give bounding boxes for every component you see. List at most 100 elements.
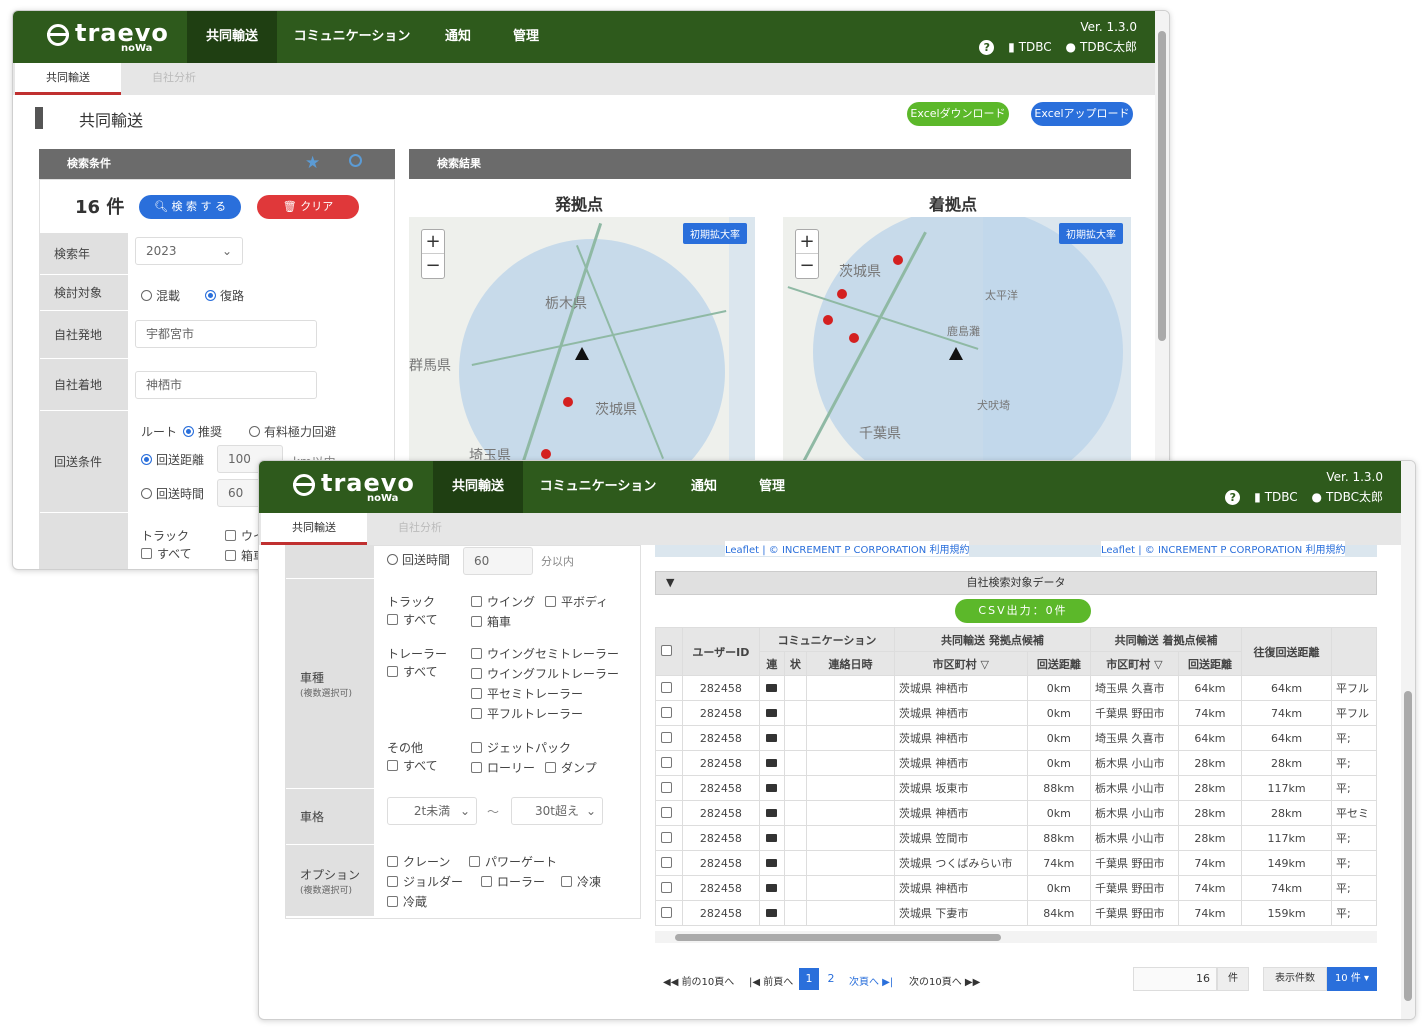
row-checkbox-cell[interactable] (655, 875, 683, 901)
mail-icon[interactable] (766, 708, 778, 717)
search-icon[interactable] (349, 154, 362, 167)
checkbox-icon[interactable] (660, 731, 672, 743)
size-from-select[interactable]: 2t未満 ⌄ (387, 797, 477, 825)
time-radio[interactable]: 回送時間 (387, 551, 450, 568)
candidate-marker[interactable] (541, 449, 551, 459)
candidate-marker[interactable] (849, 333, 859, 343)
mail-icon[interactable] (766, 683, 778, 692)
table-row[interactable]: 282458 茨城県 神栖市 0km 千葉県 野田市 74km 74km 平フル (655, 700, 1378, 726)
contact-cell[interactable] (759, 875, 785, 901)
option-roller[interactable]: ローラー (481, 873, 545, 890)
table-row[interactable]: 282458 茨城県 下妻市 84km 千葉県 野田市 74km 159km 平; (655, 900, 1378, 926)
tab-joint-transport[interactable]: 共同輸送 (15, 63, 121, 95)
nav-communication[interactable]: コミュニケーション (533, 461, 663, 513)
trailer-opt-4[interactable]: 平フルトレーラー (471, 705, 583, 722)
table-row[interactable]: 282458 茨城県 神栖市 0km 栃木県 小山市 28km 28km 平セミ (655, 800, 1378, 826)
table-row[interactable]: 282458 茨城県 つくばみらい市 74km 千葉県 野田市 74km 149km 平; (655, 850, 1378, 876)
size-to-select[interactable]: 30t超え ⌄ (511, 797, 603, 825)
checkbox-icon[interactable] (660, 906, 672, 918)
reset-zoom-button[interactable]: 初期拡大率 (683, 223, 747, 244)
row-checkbox-cell[interactable] (655, 775, 683, 801)
zoom-out-button[interactable]: − (796, 254, 818, 278)
tab-joint-transport[interactable]: 共同輸送 (261, 513, 367, 545)
base-marker[interactable] (949, 347, 963, 360)
dest-map[interactable]: 茨城県 太平洋 鹿島灘 犬吠埼 千葉県 + − 初期拡大率 (783, 217, 1131, 477)
row-checkbox-cell[interactable] (655, 675, 683, 701)
next10-button[interactable]: 次の10頁へ ▶▶ (909, 973, 980, 988)
table-row[interactable]: 282458 茨城県 坂東市 88km 栃木県 小山市 28km 117km 平; (655, 775, 1378, 801)
contact-cell[interactable] (759, 850, 785, 876)
table-row[interactable]: 282458 茨城県 神栖市 0km 埼玉県 久喜市 64km 64km 平フル (655, 675, 1378, 701)
time-input[interactable]: 60 (463, 547, 533, 575)
table-row[interactable]: 282458 茨城県 神栖市 0km 栃木県 小山市 28km 28km 平; (655, 750, 1378, 776)
nav-joint-transport[interactable]: 共同輸送 (433, 461, 523, 513)
option-refrigerated[interactable]: 冷蔵 (387, 893, 427, 910)
option-crane[interactable]: クレーン (387, 853, 450, 870)
year-select[interactable]: 2023 ⌄ (135, 237, 243, 265)
checkbox-icon[interactable] (660, 831, 672, 843)
time-radio[interactable]: 回送時間 (141, 485, 204, 502)
trailer-opt-1[interactable]: ウイングセミトレーラー (471, 645, 619, 662)
option-power-gate[interactable]: パワーゲート (469, 853, 557, 870)
candidate-marker[interactable] (823, 315, 833, 325)
user-name[interactable]: TDBC太郎 (1326, 490, 1383, 504)
next-button[interactable]: 次頁へ ▶| (849, 973, 893, 988)
contact-cell[interactable] (759, 775, 785, 801)
prev10-button[interactable]: ◀◀ 前の10頁へ (663, 973, 734, 988)
csv-export-button[interactable]: CSV出力：0件 (955, 599, 1091, 623)
origin-input[interactable]: 宇都宮市 (135, 320, 317, 348)
option-jolder[interactable]: ジョルダー (387, 873, 463, 890)
dest-input[interactable]: 神栖市 (135, 371, 317, 399)
col-origin-distance[interactable]: 回送距離 (1026, 651, 1091, 676)
tab-own-analysis[interactable]: 自社分析 (367, 513, 473, 545)
own-data-bar[interactable]: ▼ 自社検索対象データ (655, 571, 1377, 595)
checkbox-icon[interactable] (660, 781, 672, 793)
nav-admin[interactable]: 管理 (501, 11, 551, 63)
mail-icon[interactable] (766, 833, 778, 842)
row-checkbox-cell[interactable] (655, 725, 683, 751)
clear-button[interactable]: 🗑︎ クリア (257, 195, 359, 219)
per-page-select[interactable]: 10 件 ▾ (1327, 967, 1377, 991)
truck-all-checkbox[interactable]: すべて (387, 611, 438, 628)
mail-icon[interactable] (766, 883, 778, 892)
select-all-cell[interactable] (655, 627, 683, 676)
nav-notification[interactable]: 通知 (679, 461, 729, 513)
mail-icon[interactable] (766, 758, 778, 767)
nav-notification[interactable]: 通知 (433, 11, 483, 63)
candidate-marker[interactable] (893, 255, 903, 265)
checkbox-icon[interactable] (660, 756, 672, 768)
target-option-mixed[interactable]: 混載 (141, 287, 180, 304)
prev-button[interactable]: |◀ 前頁へ (749, 973, 793, 988)
mail-icon[interactable] (766, 783, 778, 792)
checkbox-icon[interactable] (660, 806, 672, 818)
row-checkbox-cell[interactable] (655, 800, 683, 826)
org-name[interactable]: TDBC (1019, 40, 1052, 54)
mail-icon[interactable] (766, 808, 778, 817)
row-checkbox-cell[interactable] (655, 900, 683, 926)
base-marker[interactable] (575, 347, 589, 360)
reset-zoom-button[interactable]: 初期拡大率 (1059, 223, 1123, 244)
excel-upload-button[interactable]: Excelアップロード (1031, 102, 1133, 126)
table-row[interactable]: 282458 茨城県 笠間市 88km 栃木県 小山市 28km 117km 平; (655, 825, 1378, 851)
option-freezer[interactable]: 冷凍 (561, 873, 601, 890)
org-name[interactable]: TDBC (1265, 490, 1298, 504)
row-checkbox-cell[interactable] (655, 750, 683, 776)
contact-cell[interactable] (759, 750, 785, 776)
distance-radio[interactable]: 回送距離 (141, 451, 204, 468)
checkbox-icon[interactable] (660, 856, 672, 868)
zoom-in-button[interactable]: + (796, 230, 818, 254)
checkbox-icon[interactable] (660, 681, 672, 693)
candidate-marker[interactable] (563, 397, 573, 407)
mail-icon[interactable] (766, 908, 778, 917)
truck-box-checkbox[interactable]: 箱車 (471, 613, 511, 630)
truck-flat-checkbox[interactable]: 平ボディ (545, 593, 608, 610)
origin-map[interactable]: 栃木県 群馬県 茨城県 埼玉県 + − 初期拡大率 (409, 217, 755, 477)
col-dest-city[interactable]: 市区町村 ▽ (1089, 651, 1179, 676)
horizontal-scrollbar-thumb[interactable] (675, 934, 1001, 941)
row-checkbox-cell[interactable] (655, 700, 683, 726)
other-all-checkbox[interactable]: すべて (387, 757, 438, 774)
contact-cell[interactable] (759, 900, 785, 926)
scrollbar[interactable] (1401, 461, 1415, 1019)
checkbox-icon[interactable] (660, 881, 672, 893)
truck-wing-checkbox[interactable]: ウイング (471, 593, 535, 610)
